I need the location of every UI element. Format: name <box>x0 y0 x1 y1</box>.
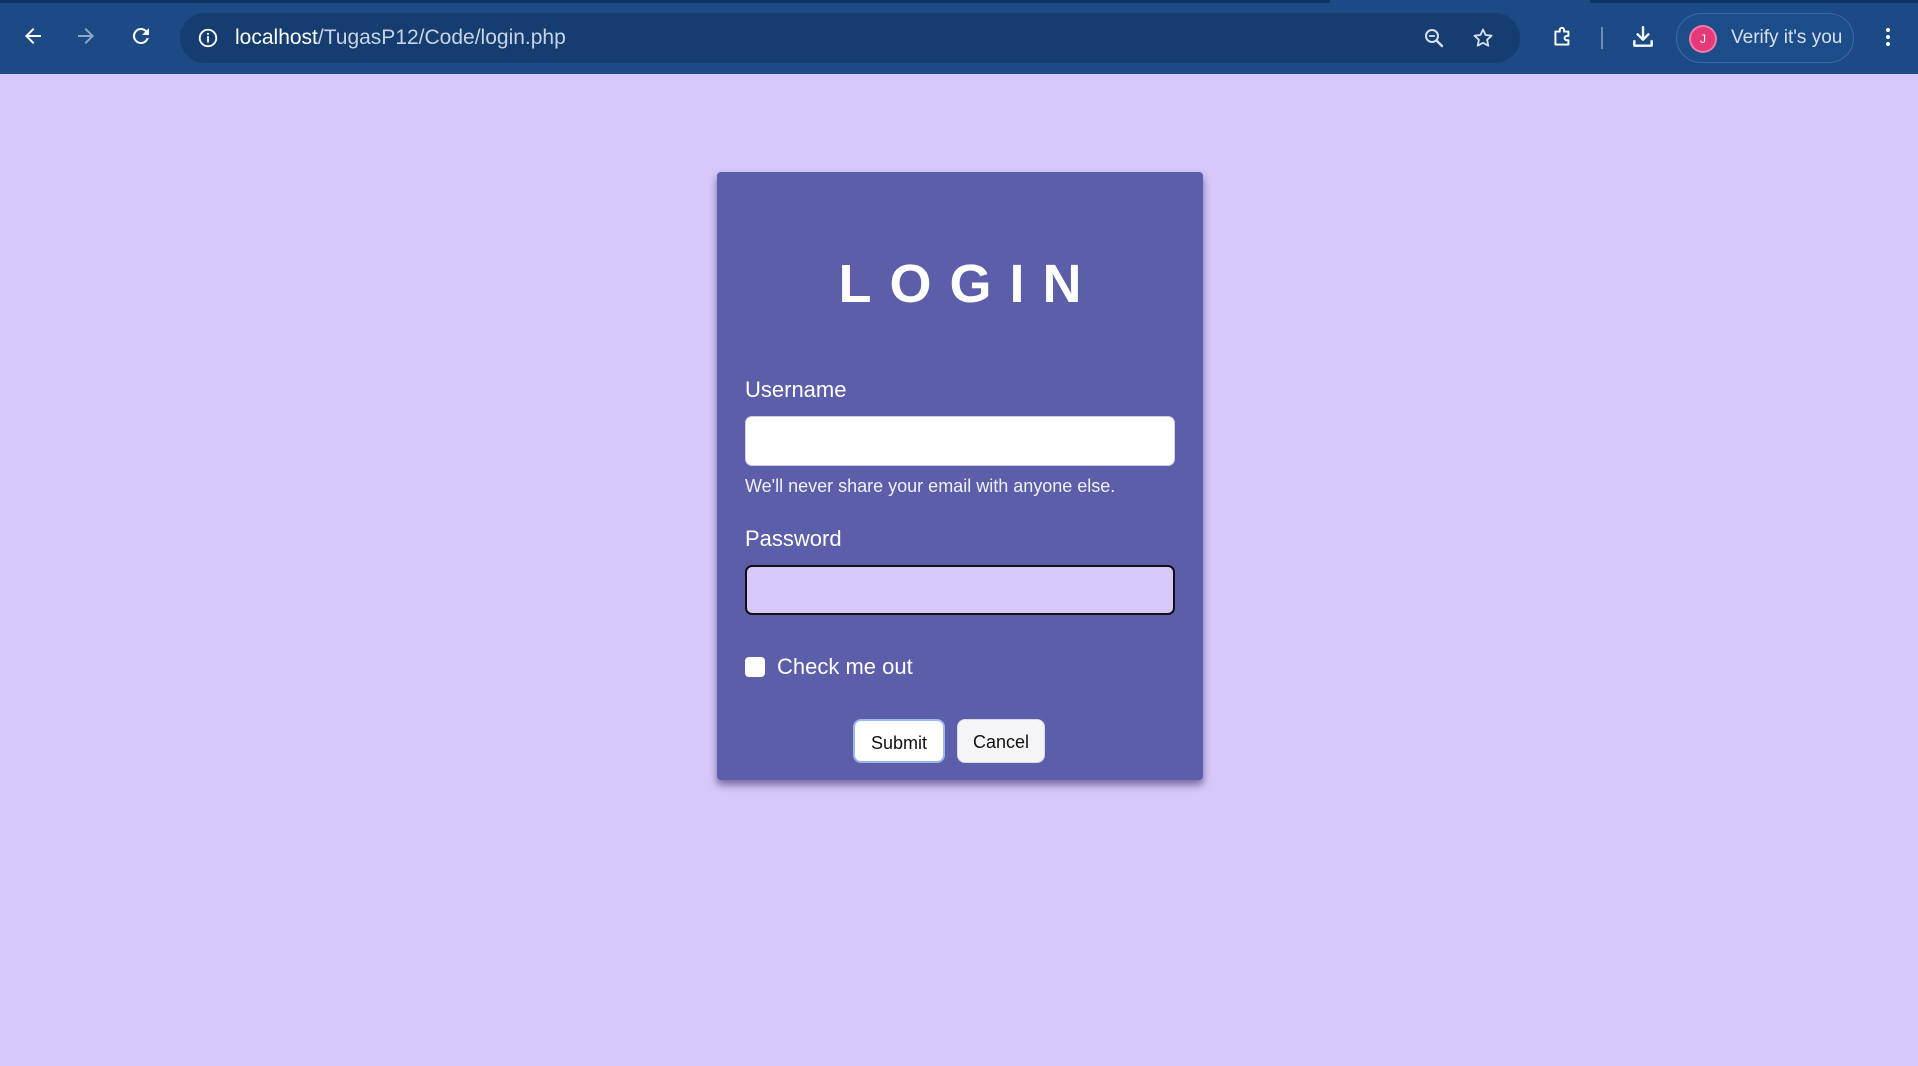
password-label: Password <box>745 526 842 551</box>
submit-button[interactable]: Submit <box>853 719 945 763</box>
url-text[interactable]: localhost/TugasP12/Code/login.php <box>235 13 566 63</box>
username-help-text: We'll never share your email with anyone… <box>745 476 1116 496</box>
kebab-menu-icon <box>1886 28 1890 46</box>
username-label: Username <box>745 377 847 402</box>
tab-strip-edge <box>0 0 1330 3</box>
bookmark-button[interactable] <box>1467 22 1499 54</box>
back-arrow-icon <box>25 28 41 44</box>
back-button[interactable] <box>14 17 52 55</box>
extensions-button[interactable] <box>1545 19 1581 55</box>
username-input[interactable] <box>745 416 1175 466</box>
zoom-icon <box>1425 29 1444 48</box>
download-icon <box>1633 26 1653 47</box>
avatar: J <box>1691 27 1715 51</box>
password-input[interactable] <box>745 565 1175 615</box>
reload-button[interactable] <box>122 17 160 55</box>
address-bar[interactable]: localhost/TugasP12/Code/login.php <box>180 13 1520 63</box>
check-me-out-label[interactable]: Check me out <box>777 654 913 680</box>
zoom-button[interactable] <box>1418 22 1450 54</box>
forward-arrow-icon <box>78 28 94 44</box>
toolbar-separator <box>1601 27 1603 49</box>
profile-button[interactable]: J Verify it's you <box>1676 13 1854 63</box>
site-info-button[interactable] <box>192 22 224 54</box>
check-me-out-checkbox[interactable] <box>745 657 765 677</box>
cancel-button[interactable]: Cancel <box>957 719 1045 763</box>
tab-strip-edge <box>1590 0 1918 3</box>
forward-button[interactable] <box>67 17 105 55</box>
reload-icon <box>132 27 149 44</box>
login-title: LOGIN <box>838 254 1100 314</box>
browser-menu-button[interactable] <box>1870 19 1906 55</box>
downloads-button[interactable] <box>1625 19 1661 55</box>
url-host: localhost <box>235 26 318 49</box>
star-icon <box>1473 28 1493 47</box>
login-card: LOGIN Username We'll never share your em… <box>717 172 1203 780</box>
browser-toolbar: localhost/TugasP12/Code/login.php J Veri… <box>0 0 1918 74</box>
url-path: /TugasP12/Code/login.php <box>317 26 566 49</box>
puzzle-icon <box>1554 26 1570 46</box>
profile-status-label: Verify it's you <box>1731 27 1843 48</box>
info-icon <box>198 28 218 48</box>
